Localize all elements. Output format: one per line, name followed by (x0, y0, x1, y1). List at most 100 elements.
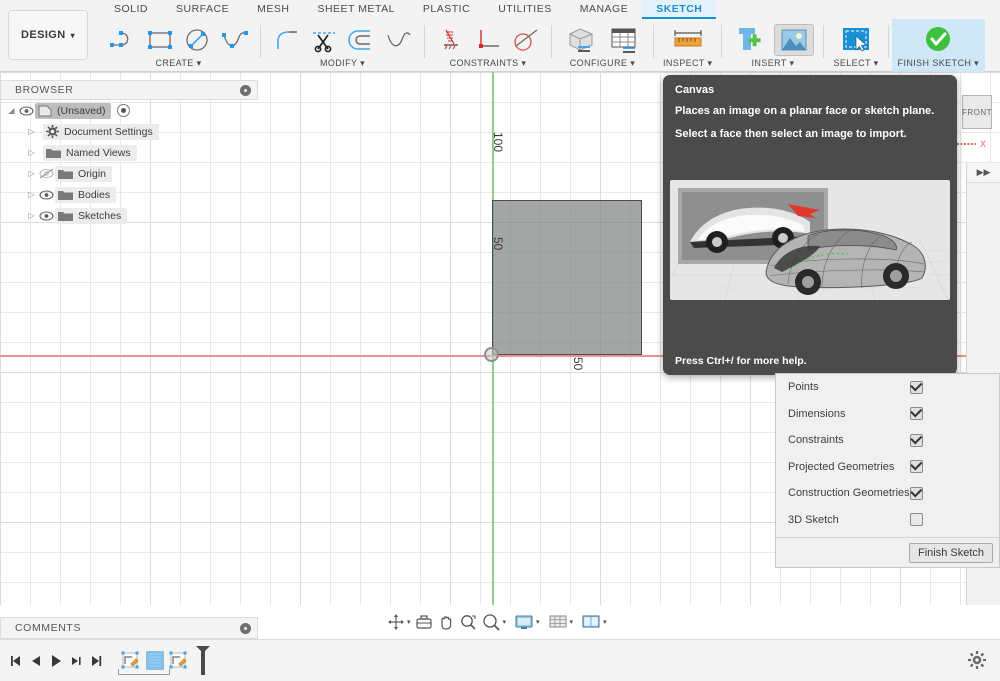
measure-icon[interactable] (668, 24, 708, 56)
expand-triangle-icon[interactable]: ▷ (26, 211, 37, 220)
tangent-constraint-icon[interactable] (508, 24, 542, 56)
step-back-button[interactable] (26, 650, 46, 672)
group-insert-label[interactable]: INSERT ▾ (752, 58, 795, 72)
viewports-tool[interactable]: ▾ (580, 610, 608, 634)
curvature-icon[interactable] (381, 24, 415, 56)
tree-row-document-settings[interactable]: ▷ Document Settings (0, 121, 258, 142)
chevron-down-icon[interactable]: ▾ (503, 618, 507, 626)
offset-icon[interactable] (344, 24, 378, 56)
origin-node[interactable]: Origin (55, 165, 113, 182)
sketch-rectangle-profile[interactable] (492, 200, 642, 355)
tab-sheet-metal[interactable]: SHEET METAL (303, 0, 408, 19)
circle-icon[interactable] (180, 24, 214, 56)
configure-cube-icon[interactable] (561, 24, 601, 56)
tab-solid[interactable]: SOLID (100, 0, 162, 19)
dimensions-checkbox[interactable] (910, 407, 923, 421)
document-node[interactable]: (Unsaved) (35, 102, 112, 119)
finish-sketch-button[interactable]: Finish Sketch (908, 542, 993, 563)
finish-sketch-check-icon[interactable] (918, 24, 958, 56)
browser-collapse-icon[interactable] (240, 84, 251, 96)
browser-header[interactable]: BROWSER (0, 80, 258, 100)
activate-component-radio[interactable] (117, 104, 131, 117)
view-cube[interactable]: FRONT X (950, 95, 996, 149)
group-finish-sketch[interactable]: FINISH SKETCH ▾ (891, 19, 986, 72)
timeline-marker-handle[interactable] (192, 645, 214, 675)
chevron-down-icon[interactable]: ▾ (536, 618, 540, 626)
chevron-down-icon[interactable]: ▾ (603, 618, 607, 626)
expand-triangle-icon[interactable]: ◢ (6, 106, 17, 115)
group-modify-label[interactable]: MODIFY ▾ (320, 58, 365, 72)
right-panel-collapse-button[interactable]: ▶▶ (967, 163, 1000, 183)
rectangle-icon[interactable] (143, 24, 177, 56)
fix-constraint-icon[interactable] (434, 24, 468, 56)
chevron-down-icon[interactable]: ▾ (407, 618, 411, 626)
bodies-node[interactable]: Bodies (55, 186, 117, 203)
tree-row-origin[interactable]: ▷ Origin (0, 163, 258, 184)
visibility-eye-icon[interactable] (37, 209, 55, 223)
named-views-node[interactable]: Named Views (43, 144, 137, 161)
fillet-icon[interactable] (270, 24, 304, 56)
visibility-eye-off-icon[interactable] (37, 167, 55, 181)
tab-utilities[interactable]: UTILITIES (484, 0, 566, 19)
tree-row-bodies[interactable]: ▷ Bodies (0, 184, 258, 205)
group-select-label[interactable]: SELECT ▾ (833, 58, 878, 72)
palette-row-construction-geometries[interactable]: Construction Geometries (776, 480, 999, 507)
view-cube-front-face[interactable]: FRONT (962, 95, 992, 129)
spline-icon[interactable] (217, 24, 251, 56)
3d-sketch-checkbox[interactable] (910, 513, 923, 527)
construction-geometries-checkbox[interactable] (910, 486, 923, 500)
perpendicular-constraint-icon[interactable] (471, 24, 505, 56)
tree-row-sketches[interactable]: ▷ Sketches (0, 205, 258, 226)
line-icon[interactable] (106, 24, 140, 56)
palette-row-dimensions[interactable]: Dimensions (776, 401, 999, 428)
zoom-window-tool[interactable]: ▾ (480, 610, 508, 634)
play-button[interactable] (46, 650, 66, 672)
tab-mesh[interactable]: MESH (243, 0, 303, 19)
step-forward-button[interactable] (66, 650, 86, 672)
comments-panel-header[interactable]: COMMENTS (0, 617, 258, 639)
expand-triangle-icon[interactable]: ▷ (26, 127, 37, 136)
expand-triangle-icon[interactable]: ▷ (26, 148, 37, 157)
tab-manage[interactable]: MANAGE (566, 0, 643, 19)
comments-collapse-icon[interactable] (240, 622, 251, 634)
pan-tool[interactable] (436, 610, 456, 634)
sketches-node[interactable]: Sketches (55, 207, 128, 224)
tree-row-named-views[interactable]: ▷ Named Views (0, 142, 258, 163)
document-settings-node[interactable]: Document Settings (43, 123, 159, 140)
look-at-tool[interactable] (414, 610, 434, 634)
configure-table-icon[interactable] (604, 24, 644, 56)
tab-surface[interactable]: SURFACE (162, 0, 243, 19)
visibility-eye-icon[interactable] (17, 104, 35, 118)
palette-row-projected-geometries[interactable]: Projected Geometries (776, 454, 999, 481)
timeline-sketch-feature-2[interactable] (168, 650, 190, 672)
go-to-beginning-button[interactable] (6, 650, 26, 672)
go-to-end-button[interactable] (86, 650, 106, 672)
group-finish-sketch-label[interactable]: FINISH SKETCH ▾ (898, 58, 980, 72)
tree-row-unsaved[interactable]: ◢ (Unsaved) (0, 100, 258, 121)
points-checkbox[interactable] (910, 380, 923, 394)
sketch-origin-point[interactable] (484, 347, 499, 362)
visibility-eye-icon[interactable] (37, 188, 55, 202)
insert-derive-icon[interactable] (731, 24, 771, 56)
tab-plastic[interactable]: PLASTIC (409, 0, 484, 19)
display-settings-tool[interactable]: ▾ (513, 610, 541, 634)
grid-snaps-tool[interactable]: ▾ (547, 610, 575, 634)
workspace-switcher-button[interactable]: DESIGN ▾ (8, 10, 88, 60)
group-constraints-label[interactable]: CONSTRAINTS ▾ (450, 58, 527, 72)
orbit-tool[interactable]: ▾ (386, 610, 412, 634)
palette-row-points[interactable]: Points (776, 374, 999, 401)
palette-row-3d-sketch[interactable]: 3D Sketch (776, 507, 999, 534)
projected-geometries-checkbox[interactable] (910, 460, 923, 474)
timeline-settings-gear-icon[interactable] (968, 651, 986, 669)
constraints-checkbox[interactable] (910, 433, 923, 447)
chevron-down-icon[interactable]: ▾ (570, 618, 574, 626)
select-icon[interactable] (836, 24, 876, 56)
expand-triangle-icon[interactable]: ▷ (26, 169, 37, 178)
group-configure-label[interactable]: CONFIGURE ▾ (570, 58, 635, 72)
expand-triangle-icon[interactable]: ▷ (26, 190, 37, 199)
group-inspect-label[interactable]: INSPECT ▾ (663, 58, 712, 72)
tab-sketch[interactable]: SKETCH (642, 0, 717, 19)
trim-scissors-icon[interactable] (307, 24, 341, 56)
insert-canvas-icon[interactable] (774, 23, 815, 56)
zoom-tool[interactable] (458, 610, 478, 634)
